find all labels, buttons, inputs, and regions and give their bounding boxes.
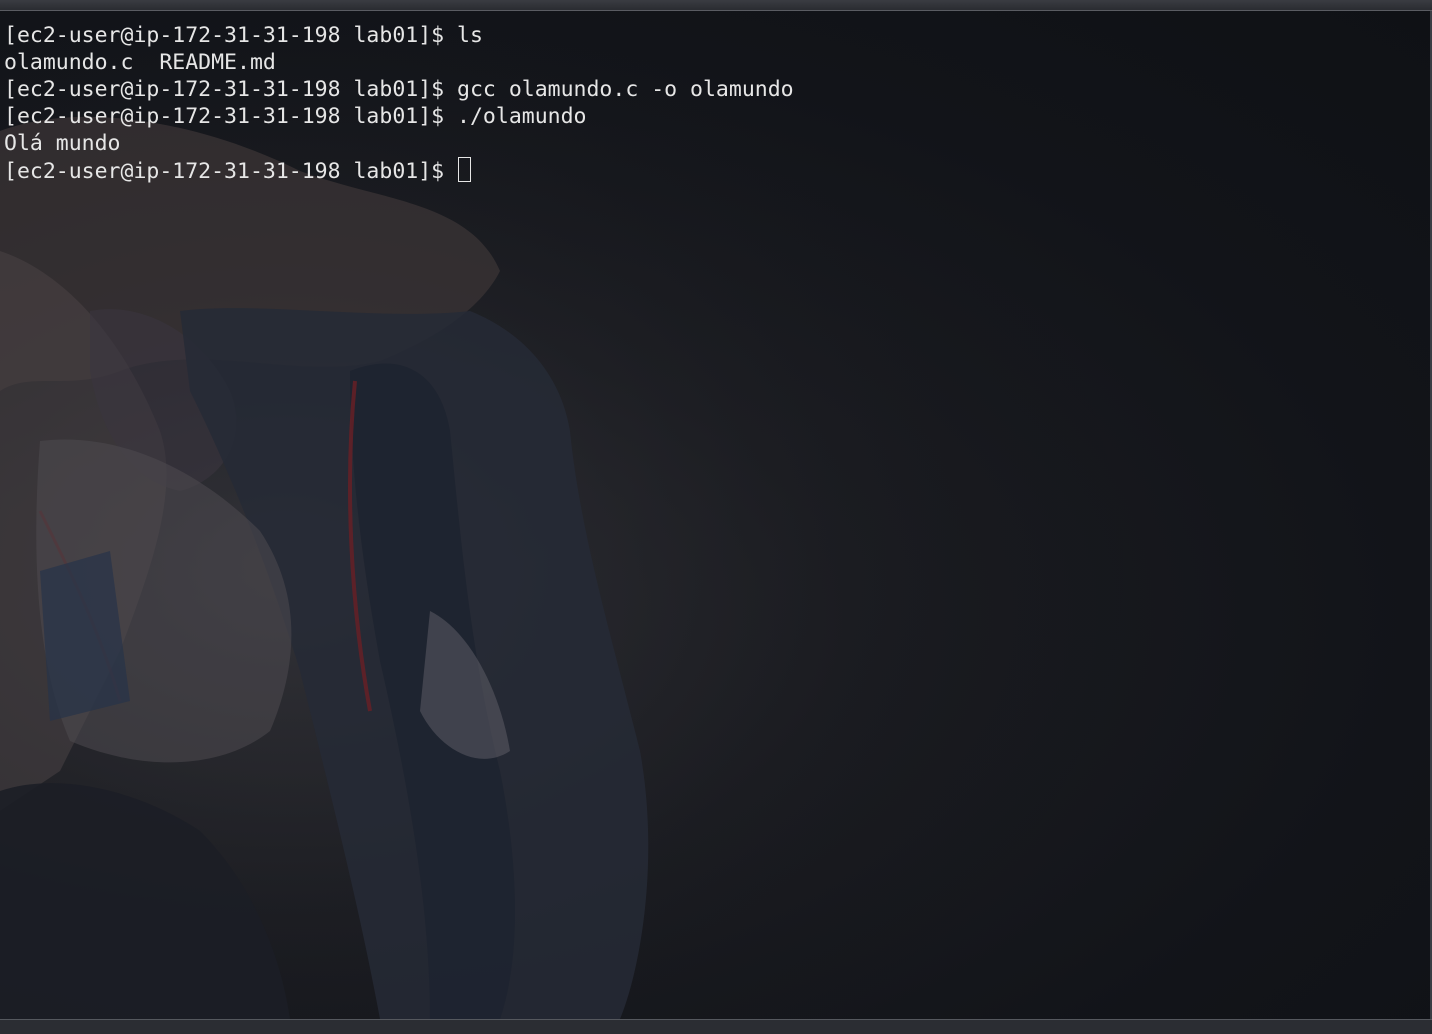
window-top-border: [0, 0, 1432, 11]
command-text: ls: [457, 23, 483, 48]
output-text: olamundo.c README.md: [4, 50, 276, 75]
terminal-line: [ec2-user@ip-172-31-31-198 lab01]$ ls: [4, 22, 794, 49]
terminal-line: [ec2-user@ip-172-31-31-198 lab01]$ ./ola…: [4, 103, 794, 130]
terminal-line: Olá mundo: [4, 130, 794, 157]
command-text: ./olamundo: [457, 104, 587, 129]
command-text: gcc olamundo.c -o olamundo: [457, 77, 794, 102]
shell-prompt: [ec2-user@ip-172-31-31-198 lab01]$: [4, 23, 458, 48]
terminal-line: olamundo.c README.md: [4, 49, 794, 76]
terminal-pane[interactable]: [ec2-user@ip-172-31-31-198 lab01]$ ls ola…: [0, 11, 1432, 1019]
shell-prompt: [ec2-user@ip-172-31-31-198 lab01]$: [4, 104, 458, 129]
shell-prompt: [ec2-user@ip-172-31-31-198 lab01]$: [4, 77, 458, 102]
shell-prompt: [ec2-user@ip-172-31-31-198 lab01]$: [4, 159, 458, 184]
terminal-line: [ec2-user@ip-172-31-31-198 lab01]$ gcc o…: [4, 76, 794, 103]
block-cursor-icon: [458, 157, 472, 182]
terminal-line-active[interactable]: [ec2-user@ip-172-31-31-198 lab01]$: [4, 157, 794, 184]
output-text: Olá mundo: [4, 131, 121, 156]
window-bottom-border: [0, 1019, 1432, 1034]
terminal-window: [ec2-user@ip-172-31-31-198 lab01]$ ls ola…: [0, 0, 1432, 1034]
terminal-output: [ec2-user@ip-172-31-31-198 lab01]$ ls ola…: [4, 22, 794, 184]
